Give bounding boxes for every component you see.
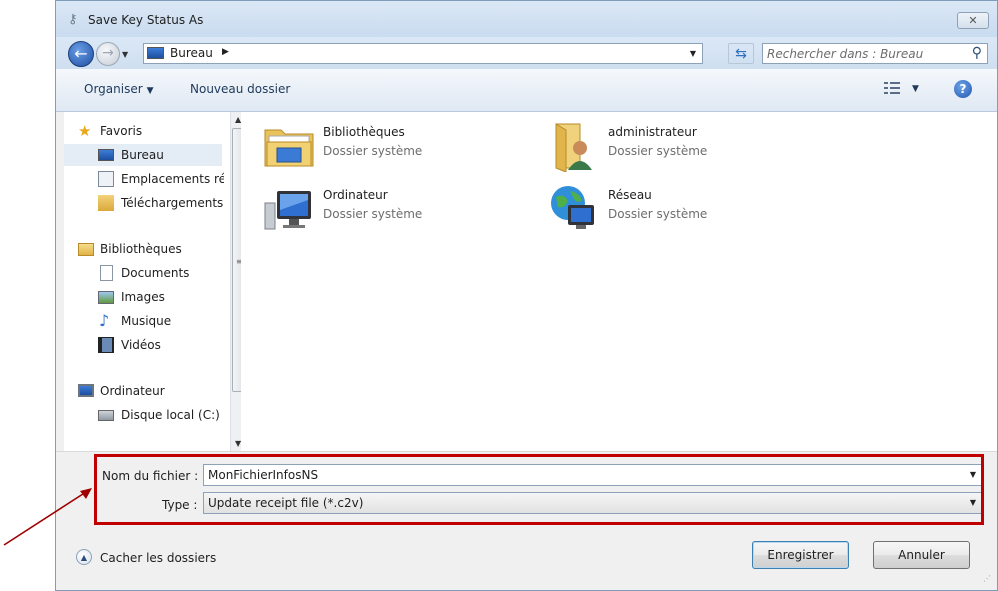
documents-icon: [100, 265, 113, 281]
close-button[interactable]: ✕: [957, 12, 989, 29]
key-icon: ⚷: [68, 12, 78, 27]
sidebar-item-musique[interactable]: ♪ Musique: [64, 310, 224, 332]
resize-grip-icon[interactable]: ⋰: [983, 575, 993, 586]
cancel-button[interactable]: Annuler: [873, 541, 970, 569]
highlight-box: [94, 454, 984, 525]
hide-folders-label: Cacher les dossiers: [100, 551, 217, 565]
search-icon[interactable]: ⚲: [972, 45, 982, 61]
desktop-icon: [98, 149, 114, 161]
window-title: Save Key Status As: [88, 13, 204, 27]
music-icon: ♪: [99, 311, 110, 330]
sidebar-item-videos[interactable]: Vidéos: [64, 334, 224, 356]
save-button[interactable]: Enregistrer: [752, 541, 849, 569]
file-name: administrateur: [608, 125, 697, 139]
search-box[interactable]: ⚲: [762, 43, 988, 64]
file-item-administrateur[interactable]: administrateur Dossier système: [548, 120, 808, 176]
help-icon[interactable]: ?: [954, 80, 972, 98]
sidebar-computer-header[interactable]: Ordinateur: [78, 380, 228, 402]
search-input[interactable]: [767, 45, 957, 62]
network-icon: [551, 186, 594, 229]
chevron-down-icon[interactable]: ▼: [690, 49, 696, 58]
file-item-reseau[interactable]: Réseau Dossier système: [548, 183, 808, 239]
title-bar: ⚷ Save Key Status As ✕: [56, 1, 997, 37]
sidebar-item-images[interactable]: Images: [64, 286, 224, 308]
videos-icon: [98, 337, 114, 353]
file-type: Dossier système: [323, 207, 423, 221]
file-item-ordinateur[interactable]: Ordinateur Dossier système: [263, 183, 523, 239]
navigation-bar: ← → ▼ Bureau ▶ ▼ ⇆ ⚲: [56, 37, 997, 69]
user-folder-icon: [555, 123, 592, 172]
view-dropdown-button[interactable]: ▼: [912, 84, 919, 94]
sidebar-item-documents[interactable]: Documents: [64, 262, 224, 284]
recent-locations-dropdown[interactable]: ▼: [122, 50, 128, 59]
sidebar-item-telechargements[interactable]: Téléchargements: [64, 192, 224, 214]
chevron-up-icon: ▲: [76, 549, 92, 565]
file-item-bibliotheques[interactable]: Bibliothèques Dossier système: [263, 120, 523, 176]
refresh-button[interactable]: ⇆: [728, 43, 754, 64]
new-folder-button[interactable]: Nouveau dossier: [190, 82, 290, 96]
address-bar[interactable]: Bureau ▶ ▼: [143, 43, 703, 64]
pictures-icon: [98, 291, 114, 304]
file-type: Dossier système: [608, 207, 708, 221]
file-name: Ordinateur: [323, 188, 388, 202]
file-name: Bibliothèques: [323, 125, 405, 139]
file-type: Dossier système: [608, 144, 708, 158]
libraries-icon: [78, 243, 94, 256]
computer-icon: [264, 191, 311, 230]
desktop-icon: [147, 47, 164, 59]
save-as-dialog: ⚷ Save Key Status As ✕ ← → ▼ Bureau ▶ ▼ …: [55, 0, 998, 591]
navigation-pane: ★ Favoris Bureau Emplacements ré Télécha…: [64, 112, 247, 451]
sidebar-favorites-header[interactable]: ★ Favoris: [78, 120, 228, 142]
forward-button[interactable]: →: [96, 42, 120, 66]
file-name: Réseau: [608, 188, 652, 202]
organize-menu-button[interactable]: Organiser ▼: [84, 82, 154, 96]
libraries-folder-icon: [264, 129, 314, 167]
command-toolbar: Organiser ▼ Nouveau dossier ▼ ?: [56, 69, 997, 112]
computer-icon: [78, 384, 94, 397]
back-button[interactable]: ←: [68, 41, 94, 67]
recent-places-icon: [98, 171, 114, 187]
chevron-down-icon: ▼: [146, 86, 154, 96]
downloads-icon: [98, 195, 114, 211]
file-type: Dossier système: [323, 144, 423, 158]
sidebar-item-local-disk[interactable]: Disque local (C:): [64, 404, 224, 426]
sidebar-item-bureau[interactable]: Bureau: [64, 144, 222, 166]
address-location[interactable]: Bureau: [170, 46, 213, 60]
view-options-icon[interactable]: [884, 81, 900, 97]
sidebar-libraries-header[interactable]: Bibliothèques: [78, 238, 228, 260]
organize-label: Organiser: [84, 82, 143, 96]
file-list-pane: Bibliothèques Dossier système administra…: [241, 112, 997, 451]
sidebar-item-emplacements[interactable]: Emplacements ré: [64, 168, 224, 190]
chevron-right-icon[interactable]: ▶: [222, 47, 229, 57]
star-icon: ★: [78, 122, 92, 140]
local-disk-icon: [98, 410, 114, 421]
